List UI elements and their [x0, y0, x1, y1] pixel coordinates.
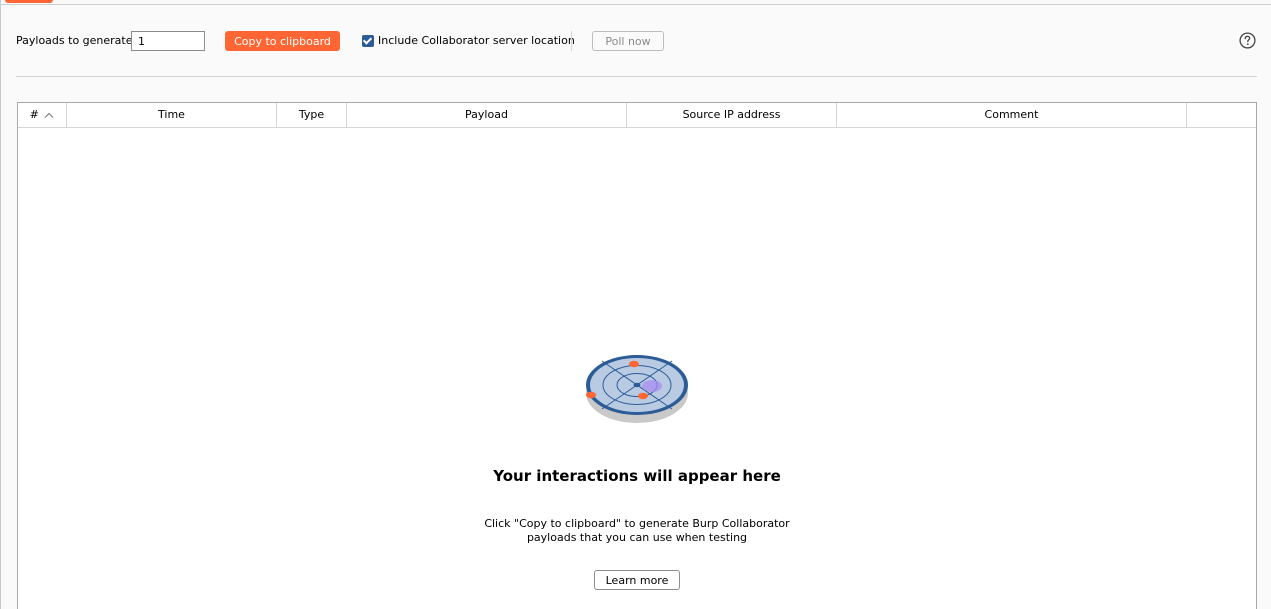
toolbar-divider — [571, 31, 572, 51]
radar-illustration-icon — [586, 355, 688, 423]
payloads-count-input[interactable] — [131, 31, 205, 51]
include-server-location-checkbox[interactable] — [362, 35, 374, 47]
poll-now-button[interactable]: Poll now — [592, 31, 664, 51]
column-header-payload[interactable]: Payload — [347, 103, 627, 127]
column-header-type[interactable]: Type — [277, 103, 347, 127]
column-header-extra[interactable] — [1187, 103, 1256, 127]
table-header: # Time Type Payload Source IP address Co… — [18, 103, 1256, 128]
column-header-source-ip[interactable]: Source IP address — [627, 103, 837, 127]
empty-state-description: Click "Copy to clipboard" to generate Bu… — [484, 517, 790, 544]
payloads-to-generate-label: Payloads to generate: — [16, 34, 137, 47]
help-icon[interactable] — [1239, 32, 1256, 49]
copy-to-clipboard-button[interactable]: Copy to clipboard — [225, 31, 340, 51]
interactions-table: # Time Type Payload Source IP address Co… — [17, 102, 1257, 609]
include-server-location-label[interactable]: Include Collaborator server location — [378, 34, 575, 47]
tab-strip — [1, 0, 1271, 5]
learn-more-button[interactable]: Learn more — [594, 570, 680, 590]
column-header-time[interactable]: Time — [67, 103, 277, 127]
column-header-comment[interactable]: Comment — [837, 103, 1187, 127]
toolbar: Payloads to generate: Copy to clipboard … — [1, 28, 1271, 54]
sort-ascending-icon — [45, 112, 54, 118]
empty-state-title: Your interactions will appear here — [493, 467, 781, 485]
column-header-number[interactable]: # — [18, 103, 67, 127]
toolbar-separator — [16, 76, 1257, 77]
collaborator-panel: Payloads to generate: Copy to clipboard … — [0, 0, 1271, 609]
active-tab-indicator[interactable] — [5, 0, 53, 3]
empty-state: Your interactions will appear here Click… — [18, 353, 1256, 590]
